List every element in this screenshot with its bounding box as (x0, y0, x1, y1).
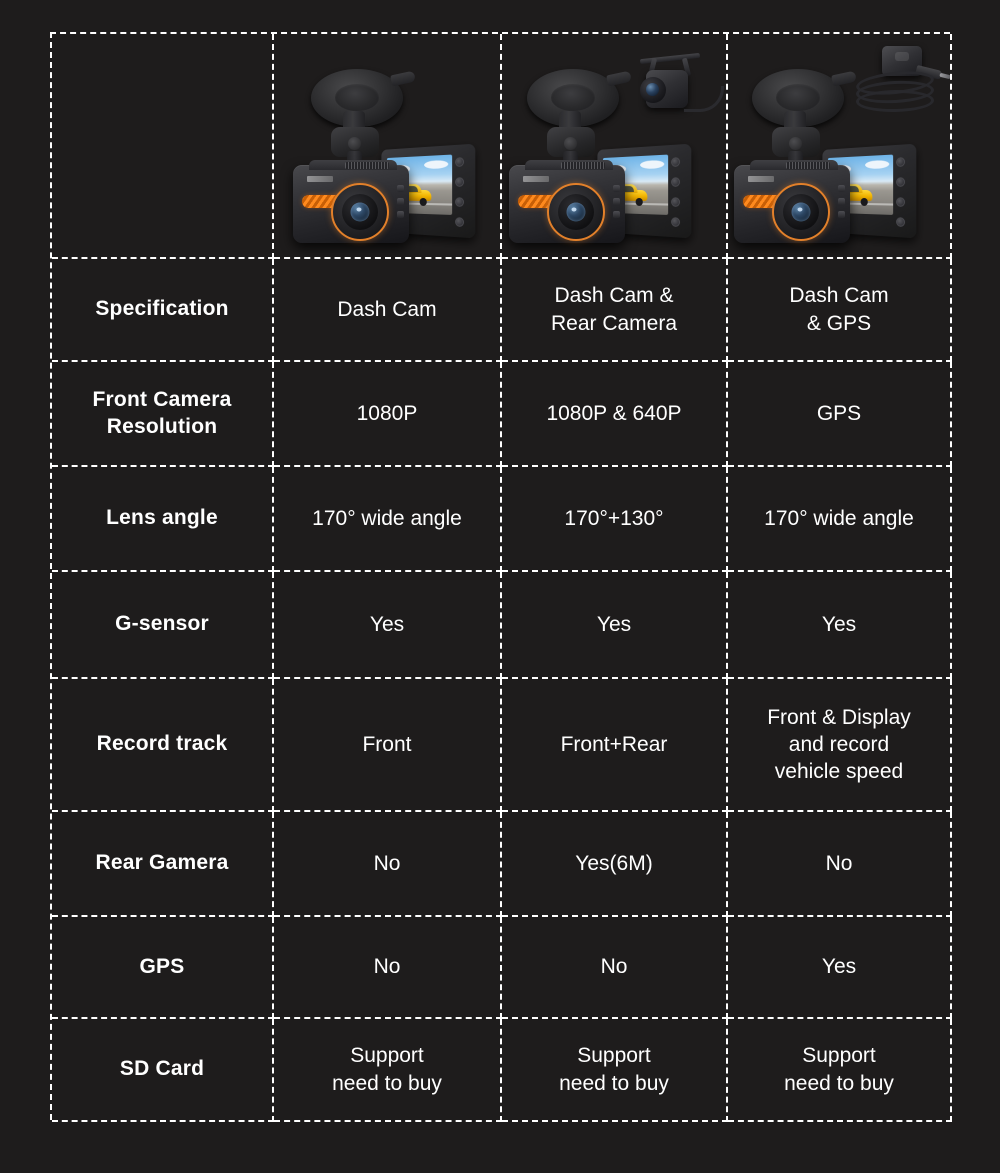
cell-g-sensor-col2: Yes (502, 572, 728, 679)
cell-gps-col2: No (502, 917, 728, 1019)
row-label-sd-card: SD Card (52, 1019, 274, 1122)
brand-logo (747, 176, 774, 182)
camera-lens-icon (546, 183, 605, 241)
cell-lens-angle-col1: 170° wide angle (274, 467, 502, 572)
cell-front-camera-resolution-col3: GPS (728, 362, 952, 467)
product-image-dash-cam-rear-camera (502, 34, 728, 259)
cell-g-sensor-col1: Yes (274, 572, 502, 679)
cell-specification-col3: Dash Cam & GPS (728, 259, 952, 362)
cell-sd-card-col3: Support need to buy (728, 1019, 952, 1122)
brand-logo (307, 176, 333, 182)
row-label-rear-camera: Rear Gamera (52, 812, 274, 917)
cell-sd-card-col2: Support need to buy (502, 1019, 728, 1122)
row-label-specification: Specification (52, 259, 274, 362)
cell-front-camera-resolution-col1: 1080P (274, 362, 502, 467)
specification-comparison-table: Specification Dash Cam Dash Cam & Rear Ca… (50, 32, 952, 1122)
cell-gps-col1: No (274, 917, 502, 1019)
camera-body (733, 160, 850, 243)
dash-cam-unit (287, 69, 487, 249)
camera-side-buttons (397, 185, 404, 224)
row-label-g-sensor: G-sensor (52, 572, 274, 679)
cell-record-track-col3: Front & Display and record vehicle speed (728, 679, 952, 812)
product-image-dash-cam-gps (728, 34, 952, 259)
cell-specification-col1: Dash Cam (274, 259, 502, 362)
cell-rear-camera-col1: No (274, 812, 502, 917)
display-side-buttons (455, 157, 468, 238)
camera-body (293, 160, 409, 243)
brand-logo (522, 176, 549, 182)
cloud-shape (424, 159, 449, 170)
table-header-blank-cell (52, 34, 274, 259)
suction-mount-tab (605, 70, 632, 87)
cell-rear-camera-col2: Yes(6M) (502, 812, 728, 917)
camera-lens-icon (771, 183, 830, 241)
cell-record-track-col2: Front+Rear (502, 679, 728, 812)
display-side-buttons (895, 157, 909, 238)
cell-record-track-col1: Front (274, 679, 502, 812)
product-image-dash-cam (274, 34, 502, 259)
cell-lens-angle-col2: 170°+130° (502, 467, 728, 572)
row-label-gps: GPS (52, 917, 274, 1019)
cell-specification-col2: Dash Cam & Rear Camera (502, 259, 728, 362)
cell-lens-angle-col3: 170° wide angle (728, 467, 952, 572)
camera-lens-icon (331, 183, 389, 241)
cell-gps-col3: Yes (728, 917, 952, 1019)
cell-g-sensor-col3: Yes (728, 572, 952, 679)
cell-front-camera-resolution-col2: 1080P & 640P (502, 362, 728, 467)
suction-mount-tab (390, 70, 416, 87)
suction-mount-tab (831, 70, 857, 87)
cell-rear-camera-col3: No (728, 812, 952, 917)
camera-body (508, 160, 625, 243)
row-label-record-track: Record track (52, 679, 274, 812)
speaker-grille-icon (345, 162, 389, 169)
cell-sd-card-col1: Support need to buy (274, 1019, 502, 1122)
row-label-lens-angle: Lens angle (52, 467, 274, 572)
dash-cam-unit (728, 69, 928, 249)
display-side-buttons (670, 157, 684, 238)
row-label-front-camera-resolution: Front Camera Resolution (52, 362, 274, 467)
dash-cam-unit (503, 69, 703, 249)
